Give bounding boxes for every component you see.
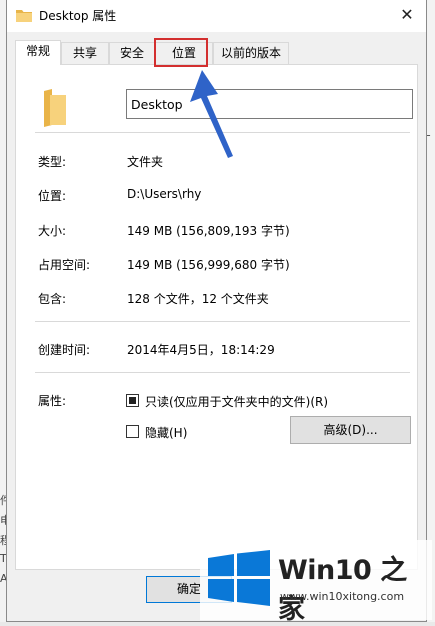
type-label: 类型:	[38, 155, 67, 169]
folder-icon	[44, 89, 66, 127]
contains-value: 128 个文件，12 个文件夹	[127, 292, 269, 306]
tab-sharing[interactable]: 共享	[61, 42, 109, 64]
watermark-brand: Win10 之家	[278, 555, 407, 625]
created-value: 2014年4月5日，18:14:29	[127, 343, 275, 357]
size-value: 149 MB (156,809,193 字节)	[127, 224, 290, 238]
location-tab-highlight-box	[154, 38, 208, 67]
close-button[interactable]: ✕	[394, 3, 420, 27]
folder-name-field[interactable]	[126, 89, 413, 119]
divider	[35, 372, 410, 373]
watermark-url: www.win10xitong.com	[280, 590, 405, 603]
hidden-checkbox-label[interactable]: 隐藏(H)	[145, 424, 187, 441]
window-title: Desktop 属性	[39, 9, 117, 23]
attributes-label: 属性:	[38, 394, 67, 408]
windows-logo-icon	[208, 550, 270, 606]
tab-general[interactable]: 常规	[15, 40, 61, 65]
readonly-checkbox[interactable]	[126, 394, 139, 407]
hidden-checkbox[interactable]	[126, 425, 139, 438]
location-value[interactable]: D:\Users\rhy	[127, 187, 201, 201]
location-label: 位置:	[38, 189, 67, 203]
size-label: 大小:	[38, 224, 67, 238]
size-on-disk-value: 149 MB (156,999,680 字节)	[127, 258, 290, 272]
tab-security[interactable]: 安全	[109, 42, 155, 64]
advanced-button[interactable]: 高级(D)...	[290, 416, 411, 444]
readonly-checkbox-label[interactable]: 只读(仅应用于文件夹中的文件)(R)	[145, 393, 328, 410]
type-value: 文件夹	[127, 155, 164, 169]
annotation-arrow-icon	[190, 70, 233, 158]
title-bar: Desktop 属性 ✕	[7, 0, 426, 32]
tab-previous-versions[interactable]: 以前的版本	[213, 42, 289, 64]
watermark: Win10 之家 www.win10xitong.com	[200, 540, 432, 625]
size-on-disk-label: 占用空间:	[38, 258, 91, 272]
divider	[35, 321, 410, 322]
folder-icon	[16, 10, 32, 22]
created-label: 创建时间:	[38, 343, 91, 357]
contains-label: 包含:	[38, 292, 67, 306]
